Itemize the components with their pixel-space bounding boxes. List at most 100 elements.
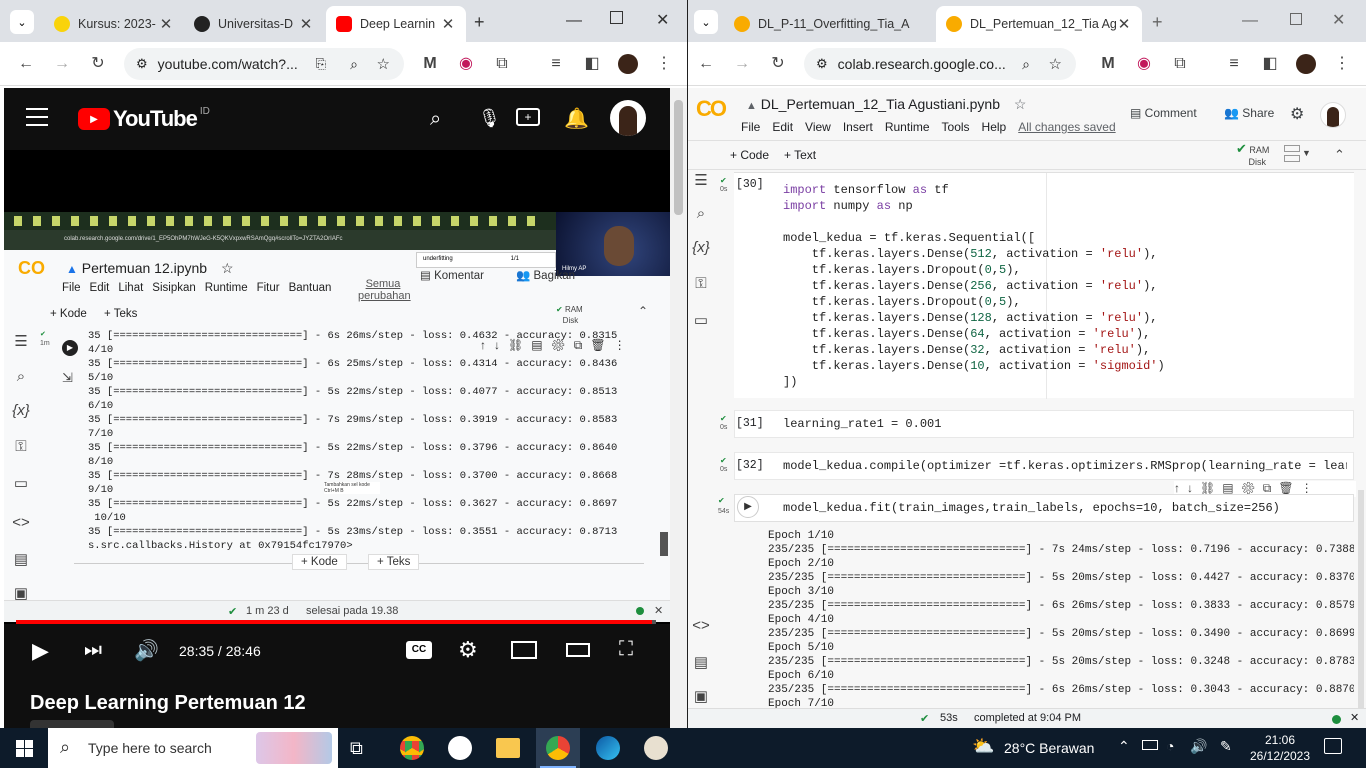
fullscreen-icon[interactable]: ⛶	[619, 638, 633, 661]
notifications-icon[interactable]	[1324, 738, 1342, 754]
menu-file[interactable]: File	[741, 120, 760, 134]
taskbar-search-box[interactable]: ⌕ Type here to search	[48, 728, 338, 768]
menu-help[interactable]: Bantuan	[289, 282, 332, 294]
video-player[interactable]: colab.research.google.com/drive/1_EP5OhP…	[4, 150, 670, 624]
menu-view[interactable]: Lihat	[118, 282, 143, 294]
add-code-button[interactable]: + Kode	[50, 308, 87, 320]
tab-dl-p11[interactable]: DL_P-11_Overfitting_Tia_A	[724, 6, 934, 42]
address-bar[interactable]: ⚙ youtube.com/watch?... ⎘ ⌕ ☆	[124, 48, 404, 80]
dropdown-icon[interactable]: ▼	[1302, 148, 1311, 158]
extensions-puzzle-icon[interactable]: ⧉	[1170, 54, 1190, 74]
reading-list-icon[interactable]: ≡	[546, 54, 566, 74]
secrets-key-icon[interactable]: ⚿	[8, 438, 34, 455]
clock[interactable]: 21:06 26/12/2023	[1248, 732, 1312, 764]
zoom-icon[interactable]: ⌕	[1022, 56, 1030, 73]
close-icon[interactable]: ✕	[440, 15, 456, 33]
paint-icon[interactable]	[644, 736, 668, 760]
new-tab-button[interactable]: +	[1152, 12, 1163, 33]
tab-deep-learning[interactable]: Deep Learnin ✕	[326, 6, 466, 42]
cell-scrollbar[interactable]	[1358, 490, 1364, 708]
share-button[interactable]: 👥 Share	[1224, 106, 1274, 120]
gmail-extension-icon[interactable]: M	[1098, 54, 1118, 74]
battery-icon[interactable]	[1142, 740, 1158, 750]
menu-edit[interactable]: Edit	[90, 282, 110, 294]
zoom-icon[interactable]: ⌕	[350, 56, 358, 73]
add-text-button[interactable]: + Teks	[104, 308, 137, 320]
bookmark-star-icon[interactable]: ☆	[377, 55, 390, 73]
profile-avatar[interactable]	[618, 54, 638, 74]
minimize-icon[interactable]: —	[1242, 12, 1258, 30]
address-bar[interactable]: ⚙ colab.research.google.co... ⌕ ☆	[804, 48, 1076, 80]
menu-view[interactable]: View	[805, 120, 831, 134]
video-progress-bar[interactable]	[16, 620, 656, 624]
microphone-icon[interactable]: 🎙	[478, 108, 501, 129]
account-avatar[interactable]	[610, 100, 646, 136]
toc-icon[interactable]: ☰	[8, 332, 34, 350]
reload-icon[interactable]: ↻	[88, 54, 108, 74]
forward-icon[interactable]: →	[52, 54, 72, 74]
reload-icon[interactable]: ↻	[768, 54, 788, 74]
tab-universitas[interactable]: Universitas-D ✕	[184, 6, 324, 42]
side-panel-icon[interactable]: ◧	[582, 54, 602, 74]
comment-button[interactable]: ▤ Comment	[1130, 106, 1197, 120]
menu-runtime[interactable]: Runtime	[205, 282, 248, 294]
extension-color-icon[interactable]: ◉	[456, 54, 476, 74]
collapse-icon[interactable]: ⌃	[638, 304, 648, 318]
settings-gear-icon[interactable]: ⚙	[1290, 104, 1304, 124]
resource-indicator[interactable]: ✔ RAM Disk	[1236, 142, 1269, 168]
pen-icon[interactable]: ✎	[1220, 738, 1232, 755]
search-icon[interactable]: ⌕	[688, 205, 714, 222]
code-snippets-icon[interactable]: <>	[8, 514, 34, 531]
save-status[interactable]: Semua perubahan	[358, 278, 411, 302]
back-icon[interactable]: ←	[696, 54, 716, 74]
resource-indicator[interactable]: ✔ RAM Disk	[556, 304, 583, 326]
tab-search-icon[interactable]: ⌄	[10, 10, 34, 34]
close-icon[interactable]: ✕	[1350, 711, 1359, 724]
play-button-icon[interactable]: ▶	[32, 638, 49, 664]
weather-icon[interactable]: ⛅	[972, 736, 994, 757]
tray-overflow-icon[interactable]: ⌃	[1118, 738, 1130, 755]
run-cell-button[interactable]: ▶	[62, 340, 78, 356]
secrets-key-icon[interactable]: ⚿	[688, 275, 714, 292]
edge-icon[interactable]	[596, 736, 620, 760]
task-view-icon[interactable]: ⧉	[350, 738, 363, 759]
forward-icon[interactable]: →	[732, 54, 752, 74]
browser-menu-icon[interactable]: ⋮	[654, 54, 674, 74]
notebook-title[interactable]: ▲ DL_Pertemuan_12_Tia Agustiani.pynb ☆	[746, 96, 1026, 113]
files-folder-icon[interactable]: ▭	[688, 311, 714, 329]
share-button[interactable]: 👥 Bagikan	[516, 268, 575, 282]
start-windows-icon[interactable]	[16, 740, 33, 757]
app-penguin-icon[interactable]	[448, 736, 472, 760]
create-video-icon[interactable]: +	[516, 108, 540, 126]
account-avatar[interactable]	[1320, 102, 1346, 128]
add-text-button[interactable]: + Text	[784, 148, 816, 162]
settings-gear-icon[interactable]: ⚙	[458, 637, 478, 663]
menu-tools[interactable]: Fitur	[257, 282, 280, 294]
inner-notebook-title[interactable]: ▲ Pertemuan 12.ipynb ☆	[66, 260, 234, 277]
add-code-button[interactable]: + Code	[730, 148, 769, 162]
command-palette-icon[interactable]: ▤	[688, 653, 714, 671]
star-icon[interactable]: ☆	[221, 260, 234, 276]
minimize-icon[interactable]: —	[566, 12, 582, 30]
close-icon[interactable]: ✕	[654, 604, 663, 617]
new-tab-button[interactable]: +	[474, 12, 485, 33]
weather-text[interactable]: 28°C Berawan	[1004, 740, 1094, 756]
close-window-icon[interactable]: ✕	[1332, 10, 1345, 30]
close-icon[interactable]: ✕	[298, 15, 314, 33]
bookmark-star-icon[interactable]: ☆	[1049, 55, 1062, 73]
scroll-thumb[interactable]	[674, 100, 683, 215]
colab-logo-icon[interactable]: CO	[696, 96, 727, 122]
tab-dl-pertemuan-12[interactable]: DL_Pertemuan_12_Tia Agu ✕	[936, 6, 1142, 42]
search-icon[interactable]: ⌕	[8, 368, 34, 385]
close-icon[interactable]: ✕	[158, 15, 174, 33]
tab-kursus[interactable]: Kursus: 2023- ✕	[44, 6, 184, 42]
hamburger-menu-icon[interactable]	[26, 108, 48, 126]
file-explorer-icon[interactable]	[496, 738, 520, 758]
page-scrollbar[interactable]	[670, 88, 687, 728]
close-icon[interactable]: ✕	[1116, 15, 1132, 33]
site-info-icon[interactable]: ⚙	[136, 56, 148, 72]
menu-tools[interactable]: Tools	[942, 120, 970, 134]
insert-text-button[interactable]: + Teks	[368, 554, 420, 570]
save-status[interactable]: All changes saved	[1018, 120, 1115, 134]
chrome-icon[interactable]	[400, 736, 424, 760]
